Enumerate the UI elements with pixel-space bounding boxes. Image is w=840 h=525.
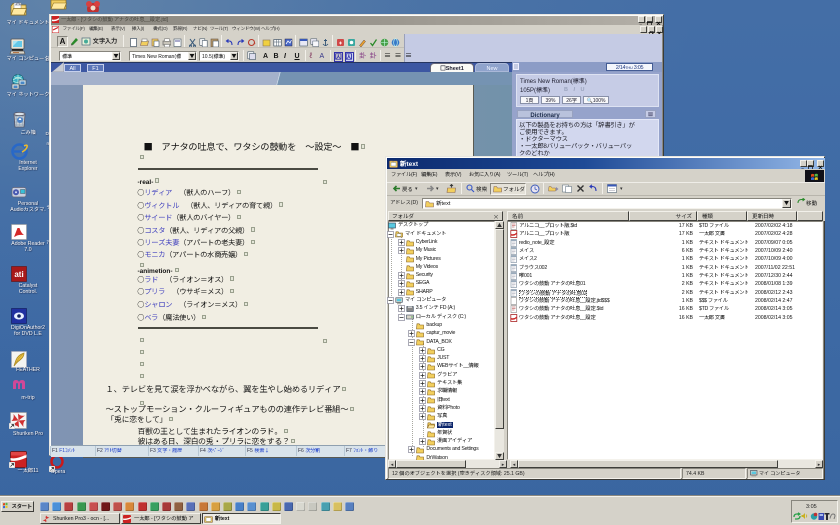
svg-text:ati: ati	[14, 269, 23, 280]
